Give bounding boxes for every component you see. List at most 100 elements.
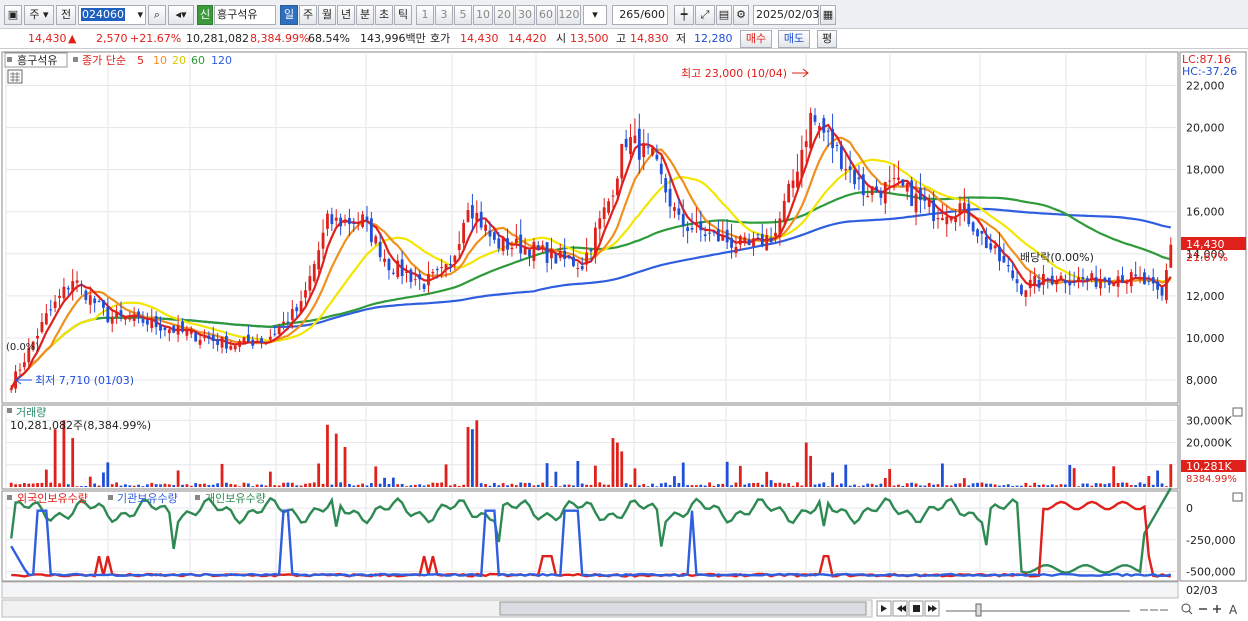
auto-scale-icon[interactable]: A (1229, 603, 1238, 617)
stock-code-input[interactable]: 024060 ▾ (78, 5, 146, 25)
table-toggle-icon[interactable] (7, 69, 23, 84)
current-pct-tag: 21.67% (1186, 251, 1228, 264)
candle-body (813, 115, 817, 122)
window-menu-icon[interactable]: ▣ (4, 5, 22, 25)
buy-button[interactable]: 매수 (740, 30, 772, 48)
candle-body (936, 218, 940, 220)
sell-button[interactable]: 매도 (778, 30, 810, 48)
period-year-button[interactable]: 년 (337, 5, 355, 25)
volume-bar (796, 482, 799, 487)
volume-bar (528, 482, 531, 487)
custom-tick-select[interactable]: ▾ (583, 5, 607, 25)
candle-body (277, 326, 281, 335)
candle-body (497, 238, 501, 249)
period-tick-button[interactable]: 틱 (394, 5, 412, 25)
volume-bar (769, 480, 773, 487)
candle-body (172, 325, 176, 333)
candle-body (18, 369, 22, 371)
legend-square-icon (73, 57, 78, 62)
volume-bar (659, 483, 663, 487)
volume-bar (286, 482, 290, 487)
volume-bar (949, 485, 953, 487)
candle-body (145, 320, 149, 325)
calendar-icon[interactable]: ▦ (820, 5, 836, 25)
zoom-in-icon[interactable] (1213, 605, 1221, 613)
date-input[interactable]: 2025/02/03 (753, 5, 819, 25)
gear-icon[interactable]: ⚙ (733, 5, 749, 25)
candle-body (1050, 275, 1054, 285)
candle-body (695, 222, 698, 224)
period-day-button[interactable]: 일 (280, 5, 298, 25)
stock-name: 흥구석유 (214, 5, 276, 25)
volume-bar (1063, 484, 1067, 487)
open-label: 시 (556, 32, 567, 45)
candle-body (611, 195, 615, 197)
volume-bar (343, 447, 347, 487)
holdings-panel-close-icon[interactable] (1232, 492, 1243, 502)
candle-body (721, 235, 725, 241)
volume-bar (71, 438, 75, 487)
candle-body (848, 166, 852, 171)
zoom-slider-handle[interactable] (975, 603, 982, 617)
period-month-button[interactable]: 월 (318, 5, 336, 25)
candle-body (1020, 284, 1023, 295)
save-icon[interactable]: ▤ (716, 5, 732, 25)
candle-body (471, 205, 474, 219)
tick-60-button[interactable]: 60 (536, 5, 556, 25)
eval-button[interactable]: 평 (817, 30, 837, 48)
volume-bar (721, 483, 725, 487)
period-minute-button[interactable]: 분 (356, 5, 374, 25)
candle-body (945, 216, 949, 225)
tick-1-button[interactable]: 1 (416, 5, 434, 25)
candle-body (159, 324, 162, 331)
candle-body (892, 178, 896, 180)
candle-body (967, 203, 971, 225)
volume-bar (923, 485, 927, 487)
zoom-search-icon[interactable] (1181, 603, 1191, 613)
tick-30-button[interactable]: 30 (515, 5, 535, 25)
period-week-button[interactable]: 주 (299, 5, 317, 25)
volume-panel-close-icon[interactable] (1232, 407, 1243, 417)
volume-bar (497, 485, 501, 487)
volume-bar (348, 483, 351, 487)
period-select[interactable]: 주 ▾ (24, 5, 54, 25)
volume-bar (110, 484, 114, 487)
zoom-chart-icon[interactable]: ⤢ (695, 5, 715, 25)
volume-bar (519, 482, 523, 487)
candle-body (449, 264, 452, 266)
candle-body (326, 213, 329, 229)
candle-body (853, 169, 856, 185)
candle-type-icon[interactable]: ┿ (674, 5, 694, 25)
min-price-annotation: 최저 7,710 (01/03) (35, 374, 134, 387)
prev-button[interactable]: 전 (56, 5, 76, 25)
legend-ma10: 10 (153, 54, 167, 67)
sound-icon[interactable]: ◂▾ (168, 5, 194, 25)
volume-bar (1169, 464, 1173, 487)
volume-bar (40, 482, 44, 487)
tick-5-button[interactable]: 5 (454, 5, 472, 25)
candle-body (1116, 276, 1120, 287)
volume-bar (602, 484, 606, 487)
candle-body (400, 259, 404, 277)
price-tick-label: 22,000 (1186, 80, 1225, 93)
volume-bar (822, 482, 826, 487)
candle-body (488, 230, 492, 237)
scrollbar-thumb[interactable] (499, 601, 867, 616)
candle-body (545, 242, 549, 263)
volume-bar (1099, 483, 1102, 487)
volume-bar (115, 482, 119, 487)
tick-3-button[interactable]: 3 (435, 5, 453, 25)
volume-bar (1165, 486, 1168, 487)
tick-120-button[interactable]: 120 (557, 5, 581, 25)
candle-body (756, 234, 760, 236)
tick-10-button[interactable]: 10 (473, 5, 493, 25)
candle-body (673, 207, 676, 211)
period-second-button[interactable]: 초 (375, 5, 393, 25)
candle-body (1160, 287, 1164, 296)
volume-bar (22, 483, 26, 487)
count-input[interactable]: 265/600 (612, 5, 668, 25)
search-icon[interactable]: ⌕ (148, 5, 166, 25)
tick-20-button[interactable]: 20 (494, 5, 514, 25)
candle-body (22, 362, 26, 368)
volume-bar (431, 482, 435, 487)
